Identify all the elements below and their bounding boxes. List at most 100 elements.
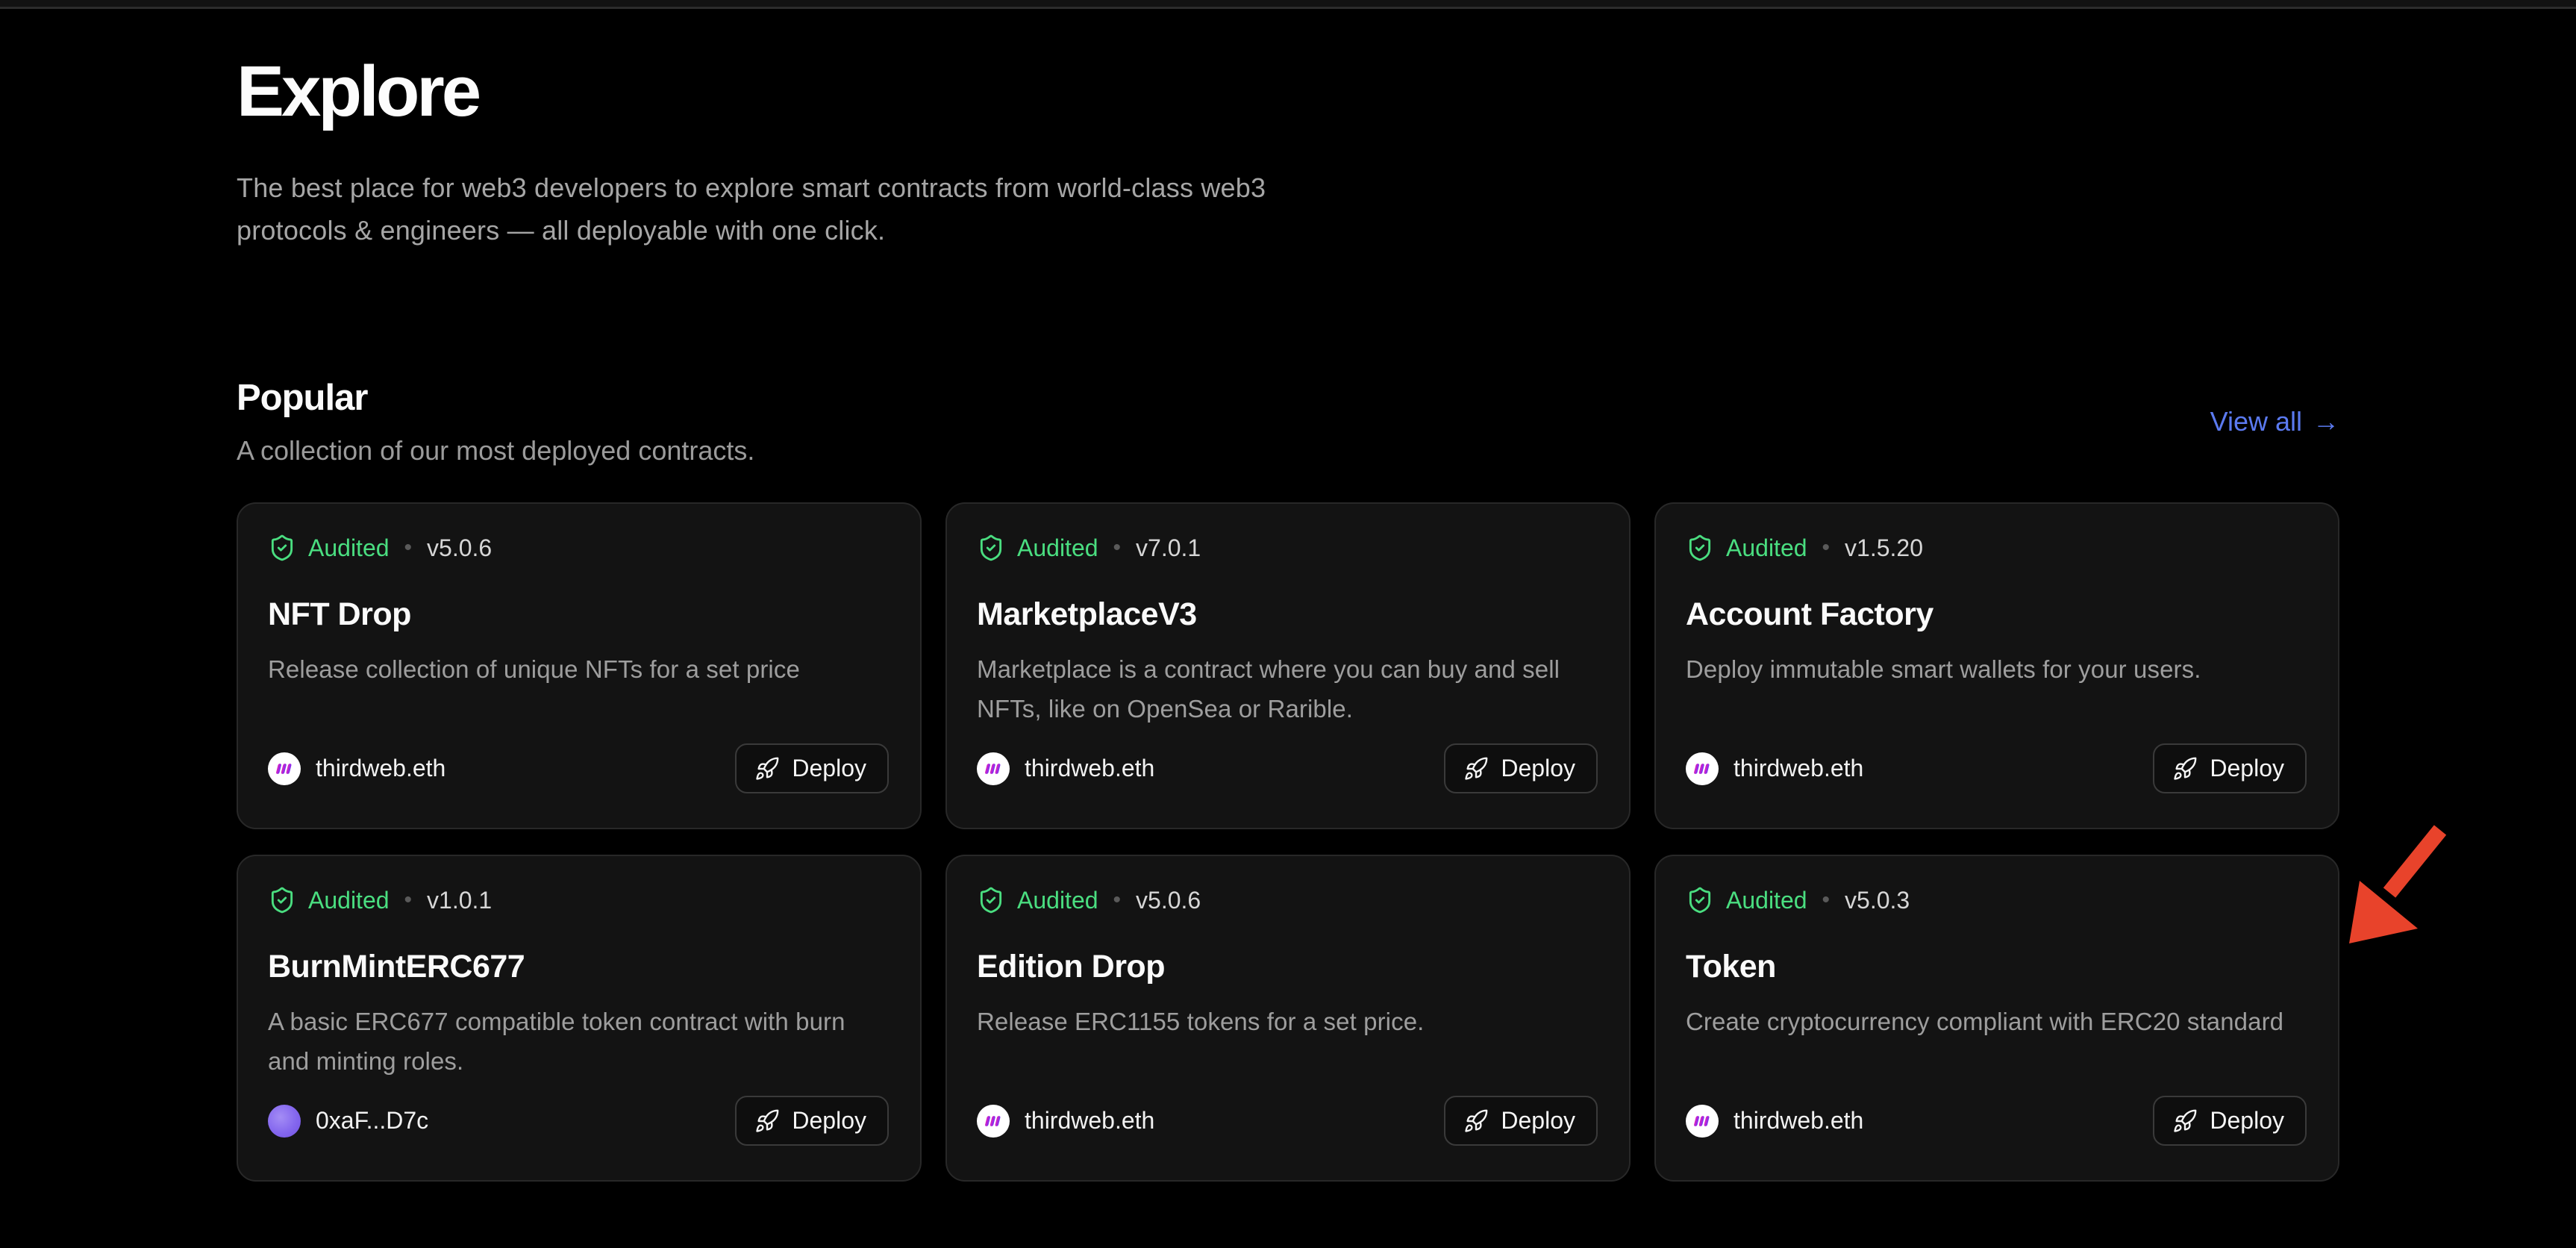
contract-description: Deploy immutable smart wallets for your … bbox=[1686, 649, 2307, 689]
contract-title[interactable]: NFT Drop bbox=[268, 596, 889, 633]
version-label: v1.0.1 bbox=[427, 887, 492, 914]
publisher-name: thirdweb.eth bbox=[1025, 1107, 1154, 1135]
card-header: Audited • v5.0.6 bbox=[268, 534, 889, 562]
card-header: Audited • v5.0.6 bbox=[977, 886, 1598, 914]
publisher-name: thirdweb.eth bbox=[1734, 755, 1863, 782]
card-header: Audited • v5.0.3 bbox=[1686, 886, 2307, 914]
shield-check-icon bbox=[1686, 534, 1714, 562]
annotation-red-arrow bbox=[2340, 818, 2457, 955]
publisher[interactable]: thirdweb.eth bbox=[1686, 752, 1863, 785]
publisher[interactable]: thirdweb.eth bbox=[977, 1105, 1154, 1138]
card-footer: thirdweb.eth Deploy bbox=[977, 1096, 1598, 1146]
publisher-name: thirdweb.eth bbox=[1025, 755, 1154, 782]
publisher[interactable]: thirdweb.eth bbox=[977, 752, 1154, 785]
publisher-avatar bbox=[977, 752, 1010, 785]
publisher-name: 0xaF...D7c bbox=[316, 1107, 428, 1135]
audited-badge: Audited bbox=[308, 887, 390, 914]
deploy-button[interactable]: Deploy bbox=[735, 1096, 889, 1146]
contract-title[interactable]: Account Factory bbox=[1686, 596, 2307, 633]
contract-description: Create cryptocurrency compliant with ERC… bbox=[1686, 1002, 2307, 1041]
view-all-label: View all bbox=[2210, 406, 2302, 437]
separator-dot: • bbox=[1819, 887, 1833, 913]
rocket-icon bbox=[1463, 756, 1489, 781]
deploy-label: Deploy bbox=[1501, 755, 1575, 782]
audited-badge: Audited bbox=[308, 534, 390, 562]
deploy-label: Deploy bbox=[792, 755, 866, 782]
card-footer: 0xaF...D7c Deploy bbox=[268, 1096, 889, 1146]
thirdweb-logo-icon bbox=[982, 758, 1004, 780]
contract-title[interactable]: MarketplaceV3 bbox=[977, 596, 1598, 633]
publisher[interactable]: thirdweb.eth bbox=[1686, 1105, 1863, 1138]
separator-dot: • bbox=[401, 887, 416, 913]
audited-badge: Audited bbox=[1017, 534, 1098, 562]
contract-card[interactable]: Audited • v7.0.1 MarketplaceV3 Marketpla… bbox=[945, 502, 1631, 829]
publisher-avatar bbox=[977, 1105, 1010, 1138]
view-all-link[interactable]: View all → bbox=[2210, 406, 2339, 437]
audited-badge: Audited bbox=[1726, 534, 1807, 562]
publisher[interactable]: thirdweb.eth bbox=[268, 752, 446, 785]
shield-check-icon bbox=[1686, 886, 1714, 914]
contract-card[interactable]: Audited • v5.0.6 NFT Drop Release collec… bbox=[237, 502, 922, 829]
card-footer: thirdweb.eth Deploy bbox=[977, 743, 1598, 793]
audited-badge: Audited bbox=[1726, 887, 1807, 914]
separator-dot: • bbox=[1819, 535, 1833, 561]
publisher[interactable]: 0xaF...D7c bbox=[268, 1105, 428, 1138]
publisher-avatar bbox=[1686, 1105, 1719, 1138]
version-label: v5.0.6 bbox=[427, 534, 492, 562]
publisher-avatar bbox=[268, 752, 301, 785]
shield-check-icon bbox=[268, 534, 296, 562]
contract-title[interactable]: BurnMintERC677 bbox=[268, 949, 889, 985]
deploy-label: Deploy bbox=[792, 1107, 866, 1135]
shield-check-icon bbox=[977, 534, 1005, 562]
card-header: Audited • v1.5.20 bbox=[1686, 534, 2307, 562]
audited-badge: Audited bbox=[1017, 887, 1098, 914]
rocket-icon bbox=[754, 756, 780, 781]
contract-description: Release ERC1155 tokens for a set price. bbox=[977, 1002, 1598, 1041]
rocket-icon bbox=[2172, 756, 2198, 781]
card-header: Audited • v7.0.1 bbox=[977, 534, 1598, 562]
card-footer: thirdweb.eth Deploy bbox=[1686, 743, 2307, 793]
deploy-button[interactable]: Deploy bbox=[2153, 743, 2307, 793]
thirdweb-logo-icon bbox=[982, 1110, 1004, 1132]
contract-title[interactable]: Edition Drop bbox=[977, 949, 1598, 985]
shield-check-icon bbox=[977, 886, 1005, 914]
rocket-icon bbox=[1463, 1108, 1489, 1134]
separator-dot: • bbox=[1110, 887, 1125, 913]
deploy-label: Deploy bbox=[1501, 1107, 1575, 1135]
deploy-label: Deploy bbox=[2210, 755, 2284, 782]
version-label: v1.5.20 bbox=[1845, 534, 1923, 562]
deploy-button[interactable]: Deploy bbox=[1444, 743, 1598, 793]
thirdweb-logo-icon bbox=[1691, 1110, 1713, 1132]
deploy-button[interactable]: Deploy bbox=[2153, 1096, 2307, 1146]
contract-card[interactable]: Audited • v5.0.3 Token Create cryptocurr… bbox=[1654, 855, 2339, 1182]
version-label: v7.0.1 bbox=[1136, 534, 1201, 562]
thirdweb-logo-icon bbox=[273, 758, 296, 780]
top-nav-edge bbox=[0, 0, 2576, 9]
popular-section-header: Popular A collection of our most deploye… bbox=[237, 377, 2339, 467]
rocket-icon bbox=[2172, 1108, 2198, 1134]
arrow-right-icon: → bbox=[2313, 406, 2339, 437]
deploy-label: Deploy bbox=[2210, 1107, 2284, 1135]
contract-description: Marketplace is a contract where you can … bbox=[977, 649, 1598, 729]
card-footer: thirdweb.eth Deploy bbox=[268, 743, 889, 793]
version-label: v5.0.3 bbox=[1845, 887, 1910, 914]
popular-subtitle: A collection of our most deployed contra… bbox=[237, 435, 754, 467]
publisher-avatar bbox=[1686, 752, 1719, 785]
publisher-name: thirdweb.eth bbox=[316, 755, 446, 782]
contract-card[interactable]: Audited • v5.0.6 Edition Drop Release ER… bbox=[945, 855, 1631, 1182]
page-description: The best place for web3 developers to ex… bbox=[237, 167, 1356, 252]
version-label: v5.0.6 bbox=[1136, 887, 1201, 914]
contract-description: A basic ERC677 compatible token contract… bbox=[268, 1002, 889, 1082]
contract-description: Release collection of unique NFTs for a … bbox=[268, 649, 889, 689]
deploy-button[interactable]: Deploy bbox=[1444, 1096, 1598, 1146]
contract-card[interactable]: Audited • v1.5.20 Account Factory Deploy… bbox=[1654, 502, 2339, 829]
thirdweb-logo-icon bbox=[1691, 758, 1713, 780]
popular-heading: Popular bbox=[237, 377, 754, 419]
card-footer: thirdweb.eth Deploy bbox=[1686, 1096, 2307, 1146]
card-header: Audited • v1.0.1 bbox=[268, 886, 889, 914]
contract-card[interactable]: Audited • v1.0.1 BurnMintERC677 A basic … bbox=[237, 855, 922, 1182]
contracts-grid: Audited • v5.0.6 NFT Drop Release collec… bbox=[237, 502, 2339, 1182]
contract-title[interactable]: Token bbox=[1686, 949, 2307, 985]
deploy-button[interactable]: Deploy bbox=[735, 743, 889, 793]
shield-check-icon bbox=[268, 886, 296, 914]
